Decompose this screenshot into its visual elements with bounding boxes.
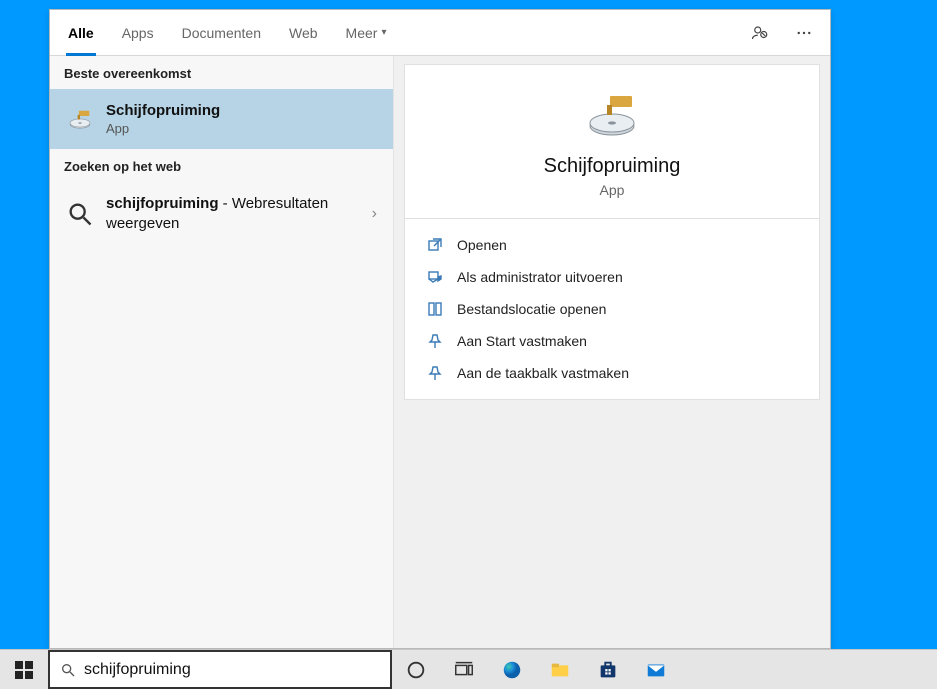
open-icon xyxy=(427,237,443,253)
tab-web[interactable]: Web xyxy=(275,10,332,55)
pin-icon xyxy=(427,333,443,349)
action-pin-start[interactable]: Aan Start vastmaken xyxy=(405,325,819,357)
taskbar-search-box[interactable] xyxy=(48,650,392,689)
result-best-match[interactable]: Schijfopruiming App xyxy=(50,89,393,149)
pin-icon xyxy=(427,365,443,381)
tab-label: Documenten xyxy=(182,25,261,41)
cortana-button[interactable] xyxy=(392,650,440,689)
search-input[interactable] xyxy=(84,661,380,679)
search-flyout: Alle Apps Documenten Web Meer ▾ Beste ov… xyxy=(49,9,831,649)
action-label: Als administrator uitvoeren xyxy=(457,269,623,285)
web-heading: Zoeken op het web xyxy=(50,149,393,182)
tab-label: Alle xyxy=(68,25,94,41)
tab-apps[interactable]: Apps xyxy=(108,10,168,55)
detail-subtitle: App xyxy=(405,182,819,198)
task-view-button[interactable] xyxy=(440,650,488,689)
taskbar-store-icon[interactable] xyxy=(584,650,632,689)
taskbar-mail-icon[interactable] xyxy=(632,650,680,689)
disk-cleanup-icon xyxy=(582,93,642,137)
detail-hero: Schijfopruiming App xyxy=(404,64,820,219)
action-open-location[interactable]: Bestandslocatie openen xyxy=(405,293,819,325)
action-open[interactable]: Openen xyxy=(405,229,819,261)
best-match-heading: Beste overeenkomst xyxy=(50,56,393,89)
tab-label: Meer xyxy=(346,25,378,41)
action-run-admin[interactable]: Als administrator uitvoeren xyxy=(405,261,819,293)
taskbar xyxy=(0,649,937,689)
chevron-right-icon: › xyxy=(364,205,377,223)
chevron-down-icon: ▾ xyxy=(381,27,386,38)
feedback-icon[interactable] xyxy=(738,10,782,55)
result-subtitle: App xyxy=(106,121,377,138)
disk-cleanup-icon xyxy=(66,105,94,133)
action-label: Aan de taakbalk vastmaken xyxy=(457,365,629,381)
detail-column: Schijfopruiming App Openen Als administr… xyxy=(394,56,830,648)
detail-actions: Openen Als administrator uitvoeren Besta… xyxy=(404,219,820,400)
action-label: Aan Start vastmaken xyxy=(457,333,587,349)
results-column: Beste overeenkomst Schijfopruiming App Z… xyxy=(50,56,394,648)
tab-documents[interactable]: Documenten xyxy=(168,10,275,55)
tab-more[interactable]: Meer ▾ xyxy=(332,10,401,55)
action-label: Bestandslocatie openen xyxy=(457,301,606,317)
result-web[interactable]: schijfopruiming - Webresultaten weergeve… xyxy=(50,182,393,245)
more-options-icon[interactable] xyxy=(782,10,826,55)
taskbar-edge-icon[interactable] xyxy=(488,650,536,689)
tabs-row: Alle Apps Documenten Web Meer ▾ xyxy=(50,10,830,56)
action-label: Openen xyxy=(457,237,507,253)
tab-label: Web xyxy=(289,25,318,41)
detail-title: Schijfopruiming xyxy=(405,155,819,178)
start-button[interactable] xyxy=(0,650,48,689)
action-pin-taskbar[interactable]: Aan de taakbalk vastmaken xyxy=(405,357,819,389)
folder-location-icon xyxy=(427,301,443,317)
shield-admin-icon xyxy=(427,269,443,285)
web-result-title: schijfopruiming - Webresultaten weergeve… xyxy=(106,194,352,233)
search-icon xyxy=(66,200,94,228)
tab-all[interactable]: Alle xyxy=(54,10,108,55)
search-icon xyxy=(60,662,76,678)
taskbar-explorer-icon[interactable] xyxy=(536,650,584,689)
result-title: Schijfopruiming xyxy=(106,101,377,121)
tab-label: Apps xyxy=(122,25,154,41)
